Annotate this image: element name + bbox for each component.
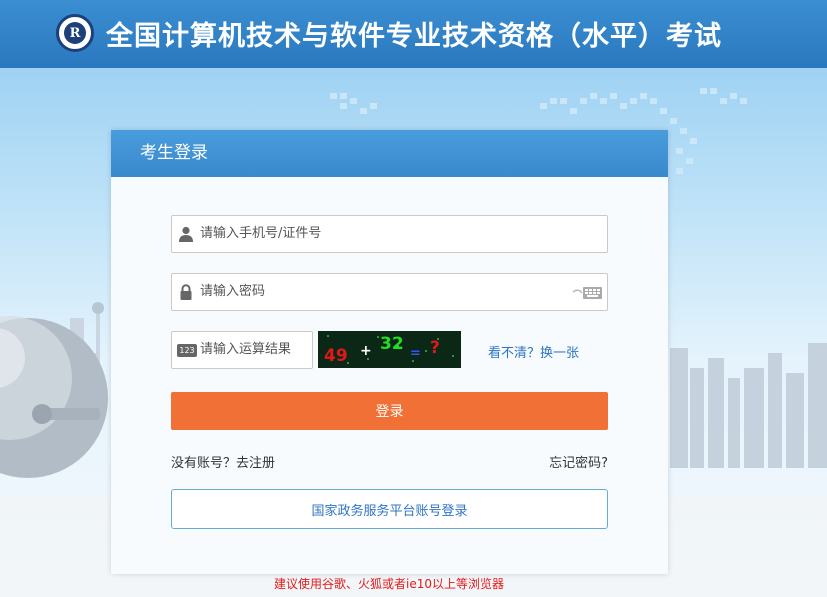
login-panel-title: 考生登录 xyxy=(111,130,668,177)
captcha-input[interactable]: 123 请输入运算结果 xyxy=(171,331,313,369)
captcha-image[interactable]: 49 + 32 = ? xyxy=(318,331,461,368)
captcha-placeholder: 请输入运算结果 xyxy=(200,342,292,357)
login-button[interactable]: 登录 xyxy=(171,392,608,430)
register-link[interactable]: 没有账号？去注册 xyxy=(171,452,275,471)
browser-tip: 建议使用谷歌、火狐或者ie10以上等浏览器 xyxy=(274,577,504,591)
lock-icon xyxy=(180,284,192,300)
site-header: R 全国计算机技术与软件专业技术资格（水平）考试 xyxy=(0,0,827,68)
password-placeholder: 请输入密码 xyxy=(200,284,266,299)
gov-platform-login-button[interactable]: 国家政务服务平台账号登录 xyxy=(171,489,608,529)
captcha-a: 49 xyxy=(324,346,348,366)
login-panel: 考生登录 请输入手机号/证件号 请输入密码 123 请输入运算结果 49 + 3… xyxy=(111,130,668,574)
captcha-b: 32 xyxy=(380,334,404,354)
password-input[interactable]: 请输入密码 xyxy=(171,273,608,311)
captcha-op: + xyxy=(360,343,372,359)
site-title: 全国计算机技术与软件专业技术资格（水平）考试 xyxy=(106,21,722,52)
username-input[interactable]: 请输入手机号/证件号 xyxy=(171,215,608,253)
forgot-password-link[interactable]: 忘记密码? xyxy=(549,452,608,471)
keyboard-icon[interactable] xyxy=(573,286,603,300)
logo-mark: R xyxy=(64,22,86,44)
refresh-captcha-link[interactable]: 看不清？换一张 xyxy=(488,342,579,361)
username-placeholder: 请输入手机号/证件号 xyxy=(200,226,322,241)
captcha-q: ? xyxy=(430,338,440,358)
site-logo: R xyxy=(56,14,94,52)
user-icon xyxy=(179,226,193,242)
captcha-badge-icon: 123 xyxy=(177,344,197,357)
captcha-eq: = xyxy=(410,346,421,361)
